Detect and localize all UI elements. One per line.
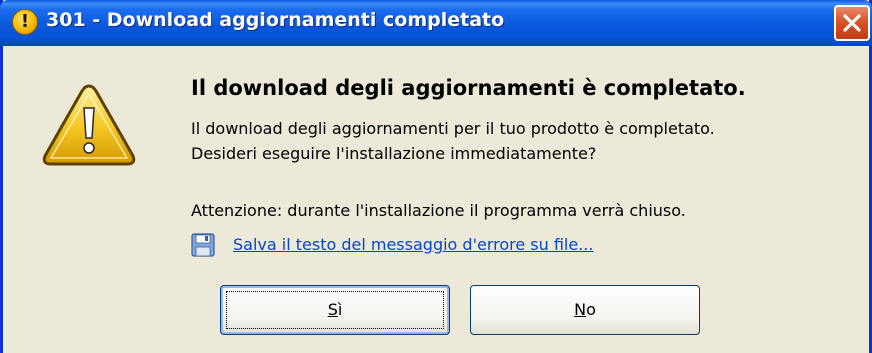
close-icon bbox=[843, 14, 861, 32]
warning-message: Attenzione: durante l'installazione il p… bbox=[191, 201, 686, 220]
floppy-disk-icon bbox=[191, 233, 215, 257]
warning-triangle-icon bbox=[42, 84, 136, 166]
close-button[interactable] bbox=[834, 5, 870, 41]
message-line-2: Desideri eseguire l'installazione immedi… bbox=[191, 144, 597, 163]
yes-button-label: Sì bbox=[327, 300, 343, 319]
window-title: 301 - Download aggiornamenti completato bbox=[46, 9, 505, 31]
dialog-heading: Il download degli aggiornamenti è comple… bbox=[191, 76, 746, 100]
no-button-label: No bbox=[574, 300, 596, 319]
save-message-link[interactable]: Salva il testo del messaggio d'errore su… bbox=[233, 235, 593, 254]
no-button[interactable]: No bbox=[470, 285, 700, 335]
exclamation-icon: ! bbox=[12, 9, 38, 35]
message-line-1: Il download degli aggiornamenti per il t… bbox=[191, 119, 715, 138]
yes-button[interactable]: Sì bbox=[220, 285, 450, 335]
dialog-window: ! 301 - Download aggiornamenti completat… bbox=[0, 0, 872, 353]
title-bar[interactable]: ! 301 - Download aggiornamenti completat… bbox=[0, 0, 872, 46]
